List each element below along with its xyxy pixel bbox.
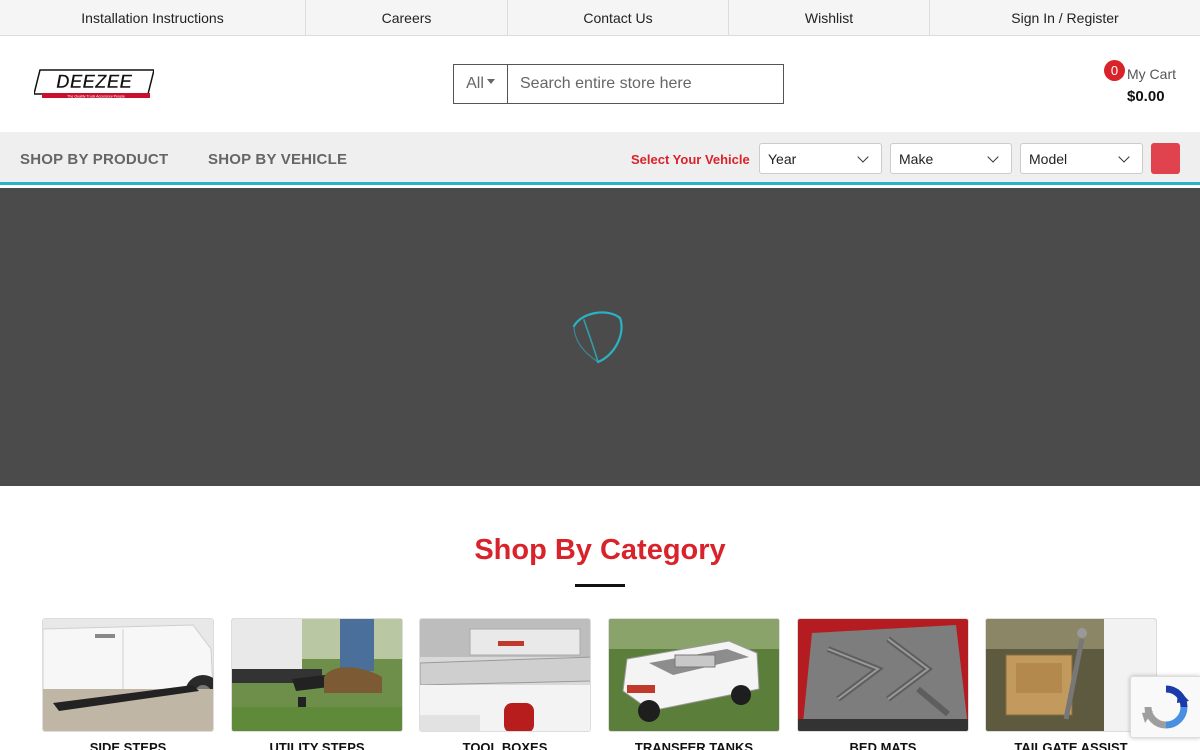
category-label[interactable]: SIDE STEPS xyxy=(42,740,214,750)
category-image[interactable] xyxy=(608,618,780,732)
category-tool-boxes[interactable]: TOOL BOXES xyxy=(419,618,591,750)
model-select-value: Model xyxy=(1029,150,1068,167)
search-bar: All xyxy=(453,64,784,104)
svg-text:DEEZEE: DEEZEE xyxy=(56,72,133,93)
loading-spinner-icon xyxy=(572,311,623,364)
search-category-dropdown[interactable]: All xyxy=(454,65,508,103)
deezee-logo-image: DEEZEE The Quality Truck Accessory Peopl… xyxy=(33,69,155,98)
recaptcha-icon xyxy=(1142,685,1189,729)
side-steps-image xyxy=(43,619,213,731)
search-input[interactable] xyxy=(508,65,783,103)
recaptcha-badge[interactable] xyxy=(1130,676,1200,738)
chevron-down-icon xyxy=(987,151,999,163)
sign-in-register-link[interactable]: Sign In / Register xyxy=(930,0,1200,35)
mini-cart[interactable]: 0 My Cart $0.00 xyxy=(1104,60,1184,106)
title-underline xyxy=(575,584,625,587)
utility-steps-image xyxy=(232,619,402,731)
tool-boxes-image xyxy=(420,619,590,731)
vehicle-go-button[interactable] xyxy=(1151,143,1180,174)
category-label[interactable]: TRANSFER TANKS xyxy=(608,740,780,750)
category-utility-steps[interactable]: UTILITY STEPS xyxy=(231,618,403,750)
category-side-steps[interactable]: SIDE STEPS xyxy=(42,618,214,750)
cart-total: $0.00 xyxy=(1127,88,1165,105)
year-select-value: Year xyxy=(768,150,797,167)
transfer-tanks-image xyxy=(609,619,779,731)
chevron-down-icon xyxy=(857,151,869,163)
careers-link[interactable]: Careers xyxy=(306,0,508,35)
section-title: Shop By Category xyxy=(474,534,726,566)
category-image[interactable] xyxy=(42,618,214,732)
category-label[interactable]: TAILGATE ASSIST xyxy=(985,740,1157,750)
wishlist-link[interactable]: Wishlist xyxy=(729,0,930,35)
model-select[interactable]: Model xyxy=(1020,143,1143,174)
category-image[interactable] xyxy=(797,618,969,732)
cart-label: My Cart xyxy=(1127,66,1176,82)
svg-text:The Quality Truck Accessory Pe: The Quality Truck Accessory People xyxy=(67,94,125,98)
select-vehicle-label: Select Your Vehicle xyxy=(631,152,750,167)
bed-mats-image xyxy=(798,619,968,731)
caret-down-icon xyxy=(486,78,495,84)
category-label[interactable]: TOOL BOXES xyxy=(419,740,591,750)
hero-banner xyxy=(0,188,1200,486)
make-select-value: Make xyxy=(899,150,934,167)
category-label[interactable]: BED MATS xyxy=(797,740,969,750)
top-utility-bar: Installation Instructions Careers Contac… xyxy=(0,0,1200,36)
category-image[interactable] xyxy=(231,618,403,732)
installation-instructions-link[interactable]: Installation Instructions xyxy=(0,0,306,35)
main-nav: SHOP BY PRODUCT SHOP BY VEHICLE Select Y… xyxy=(0,132,1200,185)
cart-count-badge: 0 xyxy=(1104,60,1125,81)
year-select[interactable]: Year xyxy=(759,143,882,174)
nav-shop-by-vehicle[interactable]: SHOP BY VEHICLE xyxy=(208,151,347,168)
category-bed-mats[interactable]: BED MATS xyxy=(797,618,969,750)
deezee-logo[interactable]: DEEZEE The Quality Truck Accessory Peopl… xyxy=(33,68,155,100)
search-category-label: All xyxy=(466,75,484,92)
category-transfer-tanks[interactable]: TRANSFER TANKS xyxy=(608,618,780,750)
nav-shop-by-product[interactable]: SHOP BY PRODUCT xyxy=(20,151,168,168)
category-image[interactable] xyxy=(419,618,591,732)
chevron-down-icon xyxy=(1118,151,1130,163)
make-select[interactable]: Make xyxy=(890,143,1012,174)
site-header: DEEZEE The Quality Truck Accessory Peopl… xyxy=(0,36,1200,132)
contact-us-link[interactable]: Contact Us xyxy=(508,0,729,35)
category-label[interactable]: UTILITY STEPS xyxy=(231,740,403,750)
